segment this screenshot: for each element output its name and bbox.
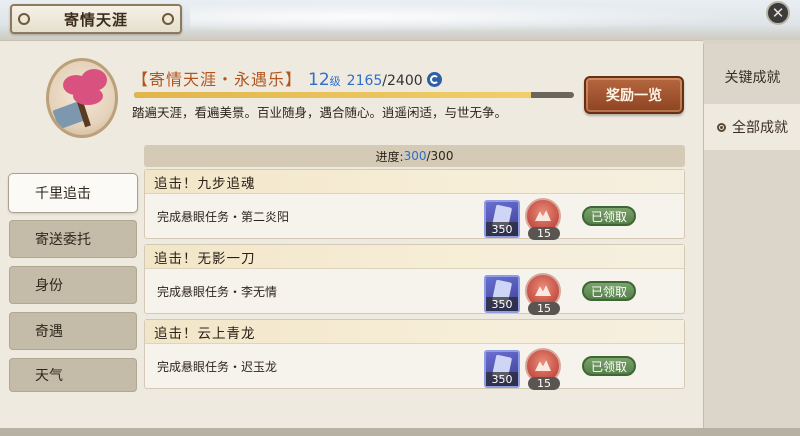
exp-current: 2165 bbox=[346, 73, 383, 89]
achievement-emblem bbox=[46, 58, 118, 138]
reward-mountain-token-icon[interactable]: 15 bbox=[525, 348, 561, 390]
tab-label: 关键成就 bbox=[724, 70, 781, 86]
reward-count: 15 bbox=[528, 302, 560, 315]
exp-total: /2400 bbox=[382, 73, 423, 89]
reward-mountain-token-icon[interactable]: 15 bbox=[525, 198, 561, 240]
close-icon: ✕ bbox=[771, 3, 785, 22]
reward-mountain-token-icon[interactable]: 15 bbox=[525, 273, 561, 315]
progress-strip: 进度: 300 /300 bbox=[144, 145, 685, 167]
level-value: 12 bbox=[308, 70, 330, 90]
close-button[interactable]: ✕ bbox=[766, 1, 790, 25]
category-label: 寄送委托 bbox=[35, 232, 91, 248]
achievement-item: 追击！云上青龙 完成悬眼任务・迟玉龙 350 15 已领取 bbox=[144, 319, 685, 390]
category-label: 奇遇 bbox=[35, 324, 63, 340]
progress-current: 300 bbox=[403, 149, 427, 163]
selected-dot-icon bbox=[717, 122, 726, 132]
category-label: 千里追击 bbox=[35, 186, 91, 202]
tab-label: 全部成就 bbox=[732, 120, 788, 136]
achievement-item: 追击！九步追魂 完成悬眼任务・第二炎阳 350 15 已领取 bbox=[144, 169, 685, 240]
category-tab-jisong-weituo[interactable]: 寄送委托 bbox=[9, 220, 137, 258]
reward-overview-button[interactable]: 奖励一览 bbox=[584, 76, 684, 114]
achievement-task: 完成悬眼任务・李无情 bbox=[157, 285, 278, 299]
tab-all-achievements[interactable]: 全部成就 bbox=[704, 104, 800, 150]
category-tab-qianli-zhuiji[interactable]: 千里追击 bbox=[9, 174, 137, 212]
achievement-title: 追击！无影一刀 bbox=[145, 245, 684, 269]
window-title-banner: 寄情天涯 bbox=[10, 4, 182, 34]
reward-card-icon[interactable]: 350 bbox=[484, 350, 520, 388]
tab-key-achievements[interactable]: 关键成就 bbox=[704, 54, 800, 100]
achievement-name-row: 【寄情天涯・永遇乐】 12 级 2165 /2400 bbox=[132, 66, 442, 90]
reward-count: 15 bbox=[528, 377, 560, 390]
level-unit: 级 bbox=[329, 75, 341, 88]
exp-progress-bar bbox=[134, 92, 574, 98]
reward-count: 350 bbox=[486, 372, 518, 386]
progress-label: 进度: bbox=[375, 149, 404, 164]
window-title: 寄情天涯 bbox=[63, 10, 128, 29]
exp-progress-fill bbox=[134, 92, 531, 98]
achievement-title: 追击！云上青龙 bbox=[145, 320, 684, 344]
achievement-task: 完成悬眼任务・迟玉龙 bbox=[157, 360, 278, 374]
category-tab-shenfen[interactable]: 身份 bbox=[9, 266, 137, 304]
achievement-item: 追击！无影一刀 完成悬眼任务・李无情 350 15 已领取 bbox=[144, 244, 685, 315]
reward-card-icon[interactable]: 350 bbox=[484, 200, 520, 238]
reward-count: 350 bbox=[486, 297, 518, 311]
category-tab-qiyu[interactable]: 奇遇 bbox=[9, 312, 137, 350]
category-tab-tianqi[interactable]: 天气 bbox=[9, 358, 137, 392]
reward-count: 350 bbox=[486, 222, 518, 236]
progress-total: /300 bbox=[426, 149, 454, 163]
ornament-icon bbox=[18, 13, 30, 25]
ornament-icon bbox=[162, 13, 174, 25]
reward-count: 15 bbox=[528, 227, 560, 240]
achievement-name: 【寄情天涯・永遇乐】 bbox=[132, 70, 303, 89]
bottom-edge bbox=[0, 428, 800, 436]
blossom bbox=[73, 87, 103, 105]
claimed-button[interactable]: 已领取 bbox=[582, 206, 636, 226]
category-label: 天气 bbox=[35, 368, 63, 384]
right-tab-panel: 关键成就 全部成就 bbox=[703, 44, 800, 428]
achievement-title: 追击！九步追魂 bbox=[145, 170, 684, 194]
claimed-button[interactable]: 已领取 bbox=[582, 281, 636, 301]
refresh-icon[interactable] bbox=[426, 72, 442, 87]
achievement-description: 踏遍天涯，看遍美景。百业随身，遇合随心。逍遥闲适，与世无争。 bbox=[132, 105, 508, 120]
achievement-task: 完成悬眼任务・第二炎阳 bbox=[157, 210, 290, 224]
reward-card-icon[interactable]: 350 bbox=[484, 275, 520, 313]
category-label: 身份 bbox=[35, 278, 63, 294]
claimed-button[interactable]: 已领取 bbox=[582, 356, 636, 376]
